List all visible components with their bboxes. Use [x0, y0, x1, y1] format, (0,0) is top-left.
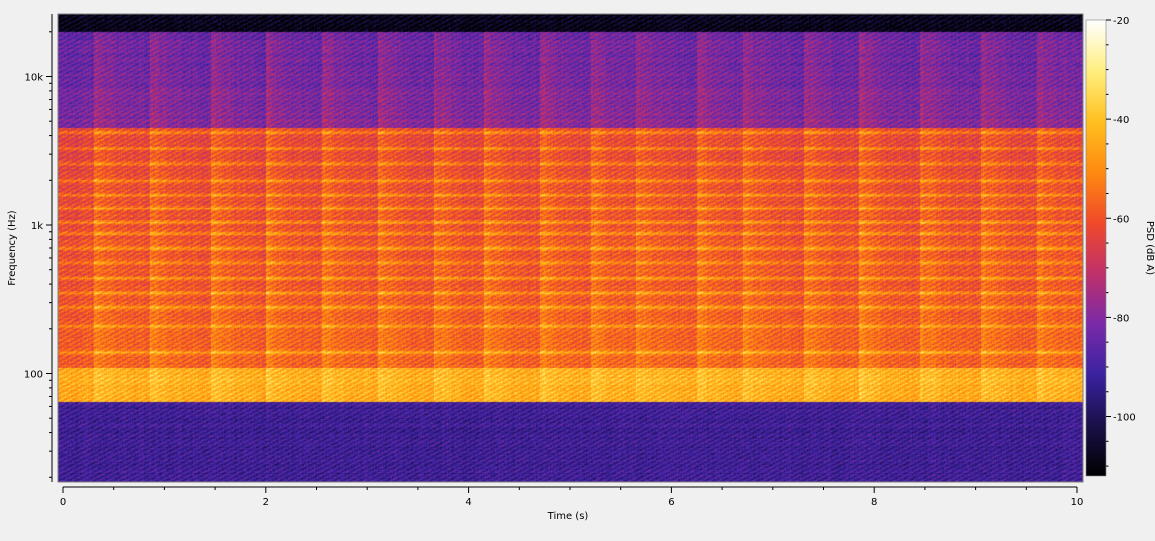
- x-tick-label: 2: [263, 497, 269, 508]
- colorbar-tick-label: -80: [1113, 313, 1129, 324]
- y-tick-label: 1k: [31, 221, 43, 232]
- y-tick-label: 10k: [24, 73, 43, 84]
- spectrogram-plot-area: [58, 14, 1083, 482]
- colorbar-label: PSD (dB A): [1144, 221, 1155, 275]
- x-tick-label: 4: [465, 497, 471, 508]
- colorbar-tick-label: -100: [1113, 413, 1136, 424]
- chart-svg: 0 2 4 6 8 10 Time (s) 100 1k 10k Frequency (Hz)…: [7, 13, 1155, 522]
- colorbar-tick-label: -40: [1113, 115, 1129, 126]
- x-tick-label: 6: [668, 497, 674, 508]
- spectrogram-chart: 0 2 4 6 8 10 Time (s) 100 1k 10k Frequency (Hz)…: [0, 0, 1155, 537]
- colorbar-tick-label: -60: [1113, 214, 1129, 225]
- x-axis-label: Time (s): [547, 511, 589, 522]
- colorbar: [1086, 20, 1106, 476]
- y-axis: 100 1k 10k: [24, 14, 53, 482]
- colorbar-axis: -20 -40 -60 -80 -100: [1106, 16, 1136, 467]
- x-axis: 0 2 4 6 8 10: [60, 486, 1084, 508]
- x-tick-label: 8: [871, 497, 877, 508]
- spectrogram-image: [58, 14, 1083, 482]
- y-tick-label: 100: [24, 370, 43, 381]
- x-tick-label: 10: [1071, 497, 1084, 508]
- colorbar-tick-label: -20: [1113, 16, 1129, 27]
- y-axis-label: Frequency (Hz): [7, 210, 18, 286]
- x-tick-label: 0: [60, 497, 66, 508]
